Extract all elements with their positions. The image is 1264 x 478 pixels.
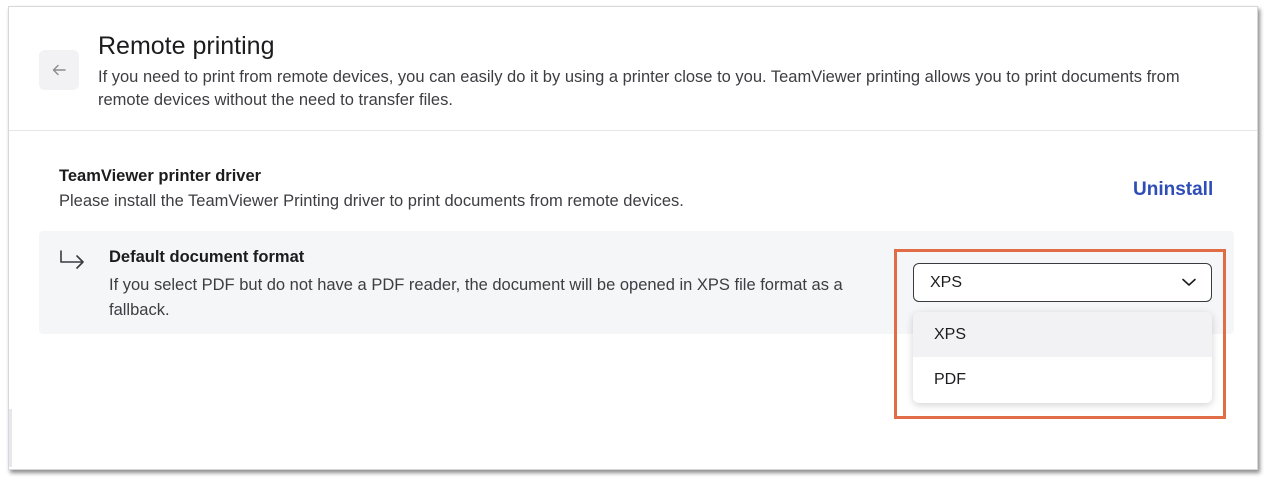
page-description: If you need to print from remote devices… bbox=[98, 68, 1180, 109]
left-edge-divider bbox=[9, 409, 12, 467]
back-button[interactable] bbox=[39, 50, 79, 90]
uninstall-link[interactable]: Uninstall bbox=[1133, 179, 1213, 201]
page-title: Remote printing bbox=[98, 32, 275, 60]
page-header: Remote printing If you need to print fro… bbox=[9, 7, 1257, 131]
remote-printing-panel: Remote printing If you need to print fro… bbox=[8, 6, 1258, 470]
format-select-value: XPS bbox=[930, 274, 963, 291]
dropdown-option-pdf[interactable]: PDF bbox=[913, 357, 1212, 402]
arrow-left-icon bbox=[52, 64, 66, 76]
chevron-down-icon bbox=[1182, 278, 1196, 286]
subdirectory-arrow-icon bbox=[60, 250, 84, 269]
printer-driver-description: Please install the TeamViewer Printing d… bbox=[59, 192, 684, 210]
dropdown-option-xps[interactable]: XPS bbox=[913, 312, 1212, 357]
format-dropdown-menu: XPS PDF bbox=[913, 312, 1212, 403]
format-title: Default document format bbox=[109, 248, 305, 266]
printer-driver-title: TeamViewer printer driver bbox=[59, 167, 262, 185]
format-select[interactable]: XPS bbox=[913, 263, 1212, 302]
format-description: If you select PDF but do not have a PDF … bbox=[109, 276, 843, 319]
